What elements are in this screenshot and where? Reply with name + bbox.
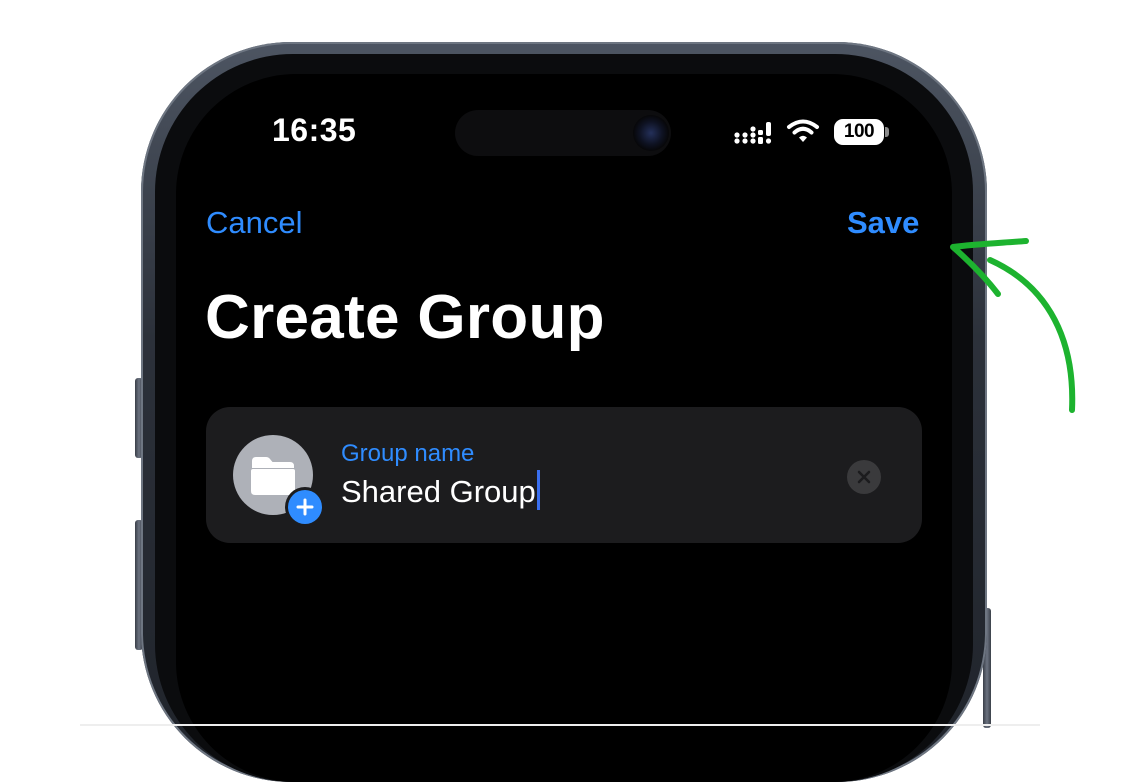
bottom-divider [80, 724, 1040, 726]
cancel-button[interactable]: Cancel [206, 205, 303, 241]
battery-cap [885, 127, 889, 137]
page-title: Create Group [205, 283, 605, 352]
group-name-label: Group name [341, 440, 475, 467]
battery-indicator: 100 [834, 119, 884, 145]
camera-icon [633, 115, 669, 151]
folder-icon [251, 457, 295, 495]
clear-text-button[interactable] [847, 460, 881, 494]
text-caret [536, 470, 540, 510]
status-time: 16:35 [272, 112, 357, 148]
wifi-icon [787, 119, 819, 142]
group-name-input[interactable]: Shared Group [341, 470, 821, 514]
group-name-value: Shared Group [341, 474, 536, 509]
add-photo-button[interactable] [288, 490, 322, 524]
cellular-signal-icon [734, 122, 772, 144]
save-button[interactable]: Save [847, 205, 919, 241]
xmark-icon [857, 470, 871, 484]
plus-icon [296, 498, 314, 516]
curved-arrow-icon [950, 238, 1076, 413]
